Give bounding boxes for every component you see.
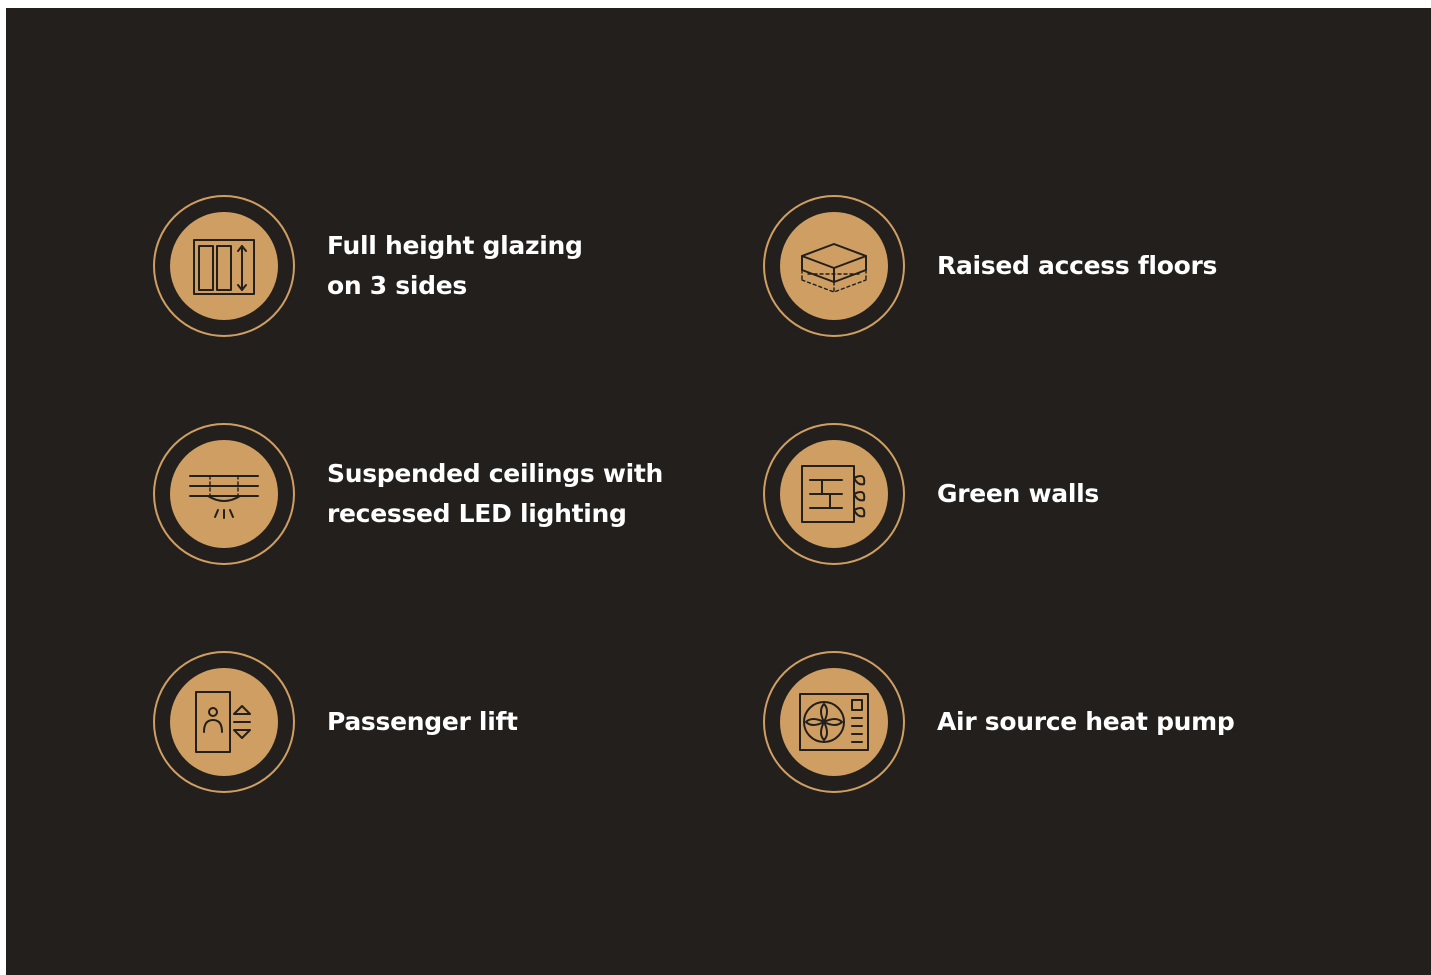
feature-badge bbox=[153, 423, 295, 565]
feature-full-height-glazing: Full height glazing on 3 sides bbox=[153, 195, 583, 337]
feature-badge bbox=[153, 195, 295, 337]
feature-green-walls: Green walls bbox=[763, 423, 1099, 565]
feature-label-line1: Green walls bbox=[937, 479, 1099, 508]
feature-badge bbox=[153, 651, 295, 793]
feature-air-source-heat-pump: Air source heat pump bbox=[763, 651, 1235, 793]
feature-label: Air source heat pump bbox=[937, 702, 1235, 742]
feature-label: Raised access floors bbox=[937, 246, 1217, 286]
feature-label: Suspended ceilings with recessed LED lig… bbox=[327, 454, 663, 534]
feature-label-line1: Full height glazing bbox=[327, 231, 583, 260]
feature-badge bbox=[763, 195, 905, 337]
badge-disc bbox=[170, 440, 278, 548]
feature-label-line2: recessed LED lighting bbox=[327, 499, 627, 528]
feature-badge bbox=[763, 651, 905, 793]
feature-label: Green walls bbox=[937, 474, 1099, 514]
badge-disc bbox=[170, 668, 278, 776]
feature-label-line1: Suspended ceilings with bbox=[327, 459, 664, 488]
glazing-window-icon bbox=[193, 239, 255, 295]
passenger-lift-icon bbox=[195, 691, 251, 753]
feature-passenger-lift: Passenger lift bbox=[153, 651, 518, 793]
badge-disc bbox=[780, 668, 888, 776]
badge-disc bbox=[780, 440, 888, 548]
feature-badge bbox=[763, 423, 905, 565]
green-wall-icon bbox=[801, 465, 866, 523]
feature-label-line1: Air source heat pump bbox=[937, 707, 1235, 736]
feature-label-line1: Passenger lift bbox=[327, 707, 518, 736]
feature-label: Full height glazing on 3 sides bbox=[327, 226, 583, 306]
badge-disc bbox=[170, 212, 278, 320]
badge-disc bbox=[780, 212, 888, 320]
feature-raised-access-floors: Raised access floors bbox=[763, 195, 1217, 337]
feature-label-line2: on 3 sides bbox=[327, 271, 467, 300]
feature-label-line1: Raised access floors bbox=[937, 251, 1218, 280]
heat-pump-fan-icon bbox=[799, 693, 869, 751]
raised-floor-box-icon bbox=[801, 243, 867, 293]
feature-suspended-ceilings: Suspended ceilings with recessed LED lig… bbox=[153, 423, 663, 565]
feature-label: Passenger lift bbox=[327, 702, 518, 742]
ceiling-light-icon bbox=[189, 475, 259, 519]
